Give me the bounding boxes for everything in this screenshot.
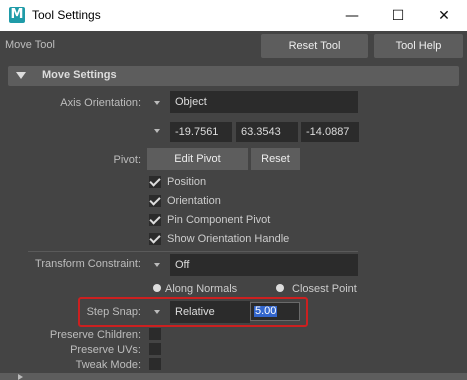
maximize-button[interactable]: ☐: [375, 0, 421, 31]
collapse-arrow-icon[interactable]: [16, 72, 26, 79]
closest-point-radio[interactable]: [276, 284, 284, 292]
transform-constraint-select[interactable]: Off: [170, 254, 358, 276]
show-orientation-handle-label: Show Orientation Handle: [167, 233, 290, 245]
pin-component-pivot-label: Pin Component Pivot: [167, 214, 271, 226]
step-snap-value-field[interactable]: 5.00: [250, 302, 300, 321]
axis-z-field[interactable]: -14.0887: [301, 122, 359, 142]
reset-tool-button[interactable]: Reset Tool: [261, 34, 368, 58]
axis-orientation-label: Axis Orientation:: [60, 97, 141, 109]
orientation-checkbox[interactable]: [149, 195, 161, 207]
preserve-children-label: Preserve Children:: [49, 329, 141, 341]
along-normals-label: Along Normals: [165, 283, 238, 295]
edit-pivot-button[interactable]: Edit Pivot: [147, 148, 248, 170]
position-label: Position: [167, 176, 207, 188]
show-orientation-handle-checkbox[interactable]: [149, 233, 161, 245]
axis-x-field[interactable]: -19.7561: [170, 122, 232, 142]
reset-pivot-button[interactable]: Reset: [251, 148, 300, 170]
step-snap-label: Step Snap:: [86, 306, 141, 318]
step-snap-mode-select[interactable]: Relative: [170, 301, 250, 323]
axis-values-dropdown-icon[interactable]: [154, 129, 160, 133]
pin-component-pivot-checkbox[interactable]: [149, 214, 161, 226]
tool-name: Move Tool: [5, 39, 55, 51]
title-bar: M Tool Settings — ☐ ✕: [0, 0, 467, 31]
position-checkbox[interactable]: [149, 176, 161, 188]
tweak-mode-checkbox[interactable]: [149, 358, 161, 370]
divider: [28, 251, 358, 252]
axis-orientation-dropdown-icon[interactable]: [154, 101, 160, 105]
orientation-label: Orientation: [167, 195, 221, 207]
transform-constraint-label: Transform Constraint:: [35, 258, 141, 270]
step-snap-dropdown-icon[interactable]: [154, 310, 160, 314]
step-snap-value: 5.00: [254, 305, 278, 317]
transform-constraint-dropdown-icon[interactable]: [154, 263, 160, 267]
expand-arrow-icon[interactable]: [18, 374, 23, 380]
axis-y-field[interactable]: 63.3543: [236, 122, 298, 142]
move-settings-header[interactable]: Move Settings: [8, 66, 459, 86]
closest-point-label: Closest Point: [292, 283, 357, 295]
along-normals-radio[interactable]: [153, 284, 161, 292]
minimize-button[interactable]: —: [329, 0, 375, 31]
section-title: Move Settings: [42, 69, 117, 81]
preserve-children-checkbox[interactable]: [149, 328, 161, 340]
next-section-header[interactable]: [0, 373, 467, 380]
tweak-mode-label: Tweak Mode:: [75, 359, 141, 371]
axis-orientation-select[interactable]: Object: [170, 91, 358, 113]
tool-help-button[interactable]: Tool Help: [374, 34, 463, 58]
window-title: Tool Settings: [32, 8, 101, 22]
close-button[interactable]: ✕: [421, 0, 467, 31]
pivot-label: Pivot:: [113, 154, 141, 166]
maya-app-icon: M: [9, 7, 25, 23]
tool-header: Move Tool Reset Tool Tool Help: [0, 31, 467, 61]
preserve-uvs-checkbox[interactable]: [149, 343, 161, 355]
preserve-uvs-label: Preserve UVs:: [70, 344, 141, 356]
